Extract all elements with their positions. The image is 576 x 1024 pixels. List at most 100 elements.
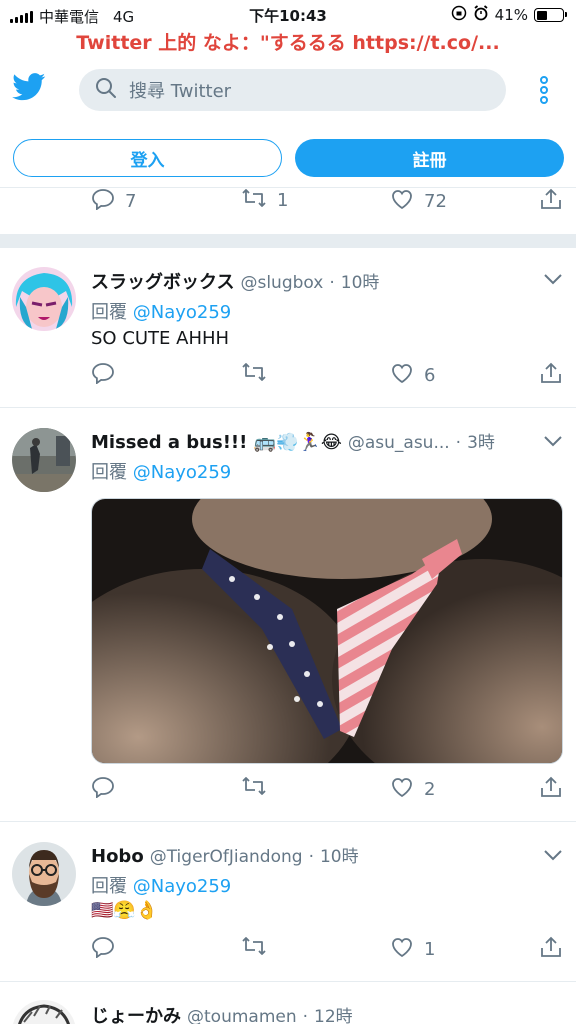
reply-prefix: 回覆: [91, 462, 127, 483]
search-input[interactable]: 搜尋 Twitter: [79, 69, 506, 111]
reply-count: 7: [125, 191, 137, 212]
retweet-icon: [241, 362, 267, 387]
tweet-time[interactable]: 3時: [467, 428, 495, 453]
tweet-item[interactable]: じょーかみ @toumamen · 12時: [0, 982, 576, 1024]
tweet-time[interactable]: 10時: [341, 268, 380, 293]
chevron-down-icon[interactable]: [543, 270, 563, 289]
mention-link[interactable]: @Nayo259: [133, 302, 232, 323]
twitter-logo-icon[interactable]: [12, 73, 46, 105]
share-icon: [540, 776, 562, 803]
share-icon: [540, 936, 562, 963]
header: 搜尋 Twitter: [0, 64, 576, 118]
reply-context: 回覆 @Nayo259: [91, 298, 231, 324]
retweet-button[interactable]: [241, 776, 277, 801]
avatar[interactable]: [12, 842, 76, 906]
retweet-button[interactable]: [241, 362, 277, 387]
separator-dot: ·: [455, 433, 462, 453]
separator-dot: ·: [302, 1007, 309, 1024]
share-icon: [540, 362, 562, 389]
tweet-text: 🇺🇸😤👌: [91, 900, 159, 921]
signup-button[interactable]: 註冊: [295, 139, 564, 177]
tweet-actions: 6: [0, 362, 576, 392]
like-count: 6: [424, 365, 436, 386]
reply-button[interactable]: 7: [91, 188, 136, 215]
tweet-actions: 7 1 72: [0, 188, 576, 218]
like-button[interactable]: 1: [390, 936, 435, 963]
avatar[interactable]: [12, 267, 76, 331]
reply-icon: [91, 188, 115, 215]
search-icon: [95, 77, 117, 103]
alarm-icon: [473, 5, 489, 25]
user-name[interactable]: スラッグボックス: [91, 268, 234, 294]
tweet-item[interactable]: Missed a bus!!! 🚌💨🏃‍♀️😂 @asu_asu... · 3時…: [0, 408, 576, 822]
user-handle[interactable]: @slugbox: [240, 273, 323, 293]
retweet-button[interactable]: [241, 936, 277, 961]
search-placeholder: 搜尋 Twitter: [129, 81, 232, 102]
share-icon: [540, 188, 562, 215]
like-button[interactable]: 2: [390, 776, 435, 803]
tweet-actions: 2: [0, 776, 576, 806]
retweet-button[interactable]: 1: [241, 188, 288, 213]
reply-context: 回覆 @Nayo259: [91, 872, 231, 898]
avatar[interactable]: [12, 1000, 76, 1024]
heart-icon: [390, 188, 414, 215]
user-name[interactable]: Missed a bus!!! 🚌💨🏃‍♀️😂: [91, 432, 342, 453]
reply-prefix: 回覆: [91, 302, 127, 323]
user-name[interactable]: じょーかみ: [91, 1002, 181, 1024]
auth-bar: 登入 註冊: [0, 132, 576, 188]
user-name[interactable]: Hobo: [91, 846, 144, 867]
chevron-down-icon[interactable]: [543, 846, 563, 865]
mention-link[interactable]: @Nayo259: [133, 462, 232, 483]
user-handle[interactable]: @toumamen: [187, 1007, 297, 1024]
tweet-item[interactable]: Hobo @TigerOfJiandong · 10時 回覆 @Nayo259 …: [0, 822, 576, 982]
tweet-header: Missed a bus!!! 🚌💨🏃‍♀️😂 @asu_asu... · 3時: [91, 428, 531, 453]
retweet-icon: [241, 776, 267, 801]
tweet-item[interactable]: スラッグボックス @slugbox · 10時 回覆 @Nayo259 SO C…: [0, 248, 576, 408]
reply-button[interactable]: [91, 936, 125, 963]
reply-context: 回覆 @Nayo259: [91, 458, 231, 484]
separator-dot: ·: [329, 273, 335, 293]
user-handle[interactable]: @TigerOfJiandong: [150, 847, 303, 867]
avatar[interactable]: [12, 428, 76, 492]
page-title-banner: Twitter 上的 なよ："するるる https://t.co/...: [76, 32, 500, 54]
reply-button[interactable]: [91, 362, 125, 389]
chevron-down-icon[interactable]: [543, 432, 563, 451]
orientation-lock-icon: [451, 5, 467, 25]
share-button[interactable]: [540, 936, 562, 963]
tweet-time[interactable]: 12時: [314, 1002, 353, 1024]
reply-button[interactable]: [91, 776, 125, 803]
reply-icon: [91, 776, 115, 803]
tweet-text: SO CUTE AHHH: [91, 328, 230, 349]
more-options-icon[interactable]: [538, 76, 550, 108]
tweet-time[interactable]: 10時: [320, 842, 359, 867]
heart-icon: [390, 936, 414, 963]
media-image[interactable]: [91, 498, 563, 764]
tweet-actions: 1: [0, 936, 576, 966]
like-count: 72: [424, 191, 447, 212]
like-button[interactable]: 72: [390, 188, 447, 215]
battery-icon: [534, 8, 567, 22]
like-count: 1: [424, 939, 436, 960]
reply-icon: [91, 362, 115, 389]
retweet-icon: [241, 936, 267, 961]
retweet-icon: [241, 188, 267, 213]
retweet-count: 1: [277, 190, 289, 211]
reply-icon: [91, 936, 115, 963]
share-button[interactable]: [540, 188, 562, 215]
heart-icon: [390, 776, 414, 803]
status-bar-right: 41%: [451, 5, 567, 25]
heart-icon: [390, 362, 414, 389]
share-button[interactable]: [540, 362, 562, 389]
like-button[interactable]: 6: [390, 362, 435, 389]
tweet-header: Hobo @TigerOfJiandong · 10時: [91, 842, 531, 867]
battery-percent: 41%: [494, 6, 528, 24]
tweet-header: じょーかみ @toumamen · 12時: [91, 1002, 531, 1024]
user-handle[interactable]: @asu_asu...: [348, 433, 450, 453]
separator-dot: ·: [308, 847, 314, 867]
reply-prefix: 回覆: [91, 876, 127, 897]
share-button[interactable]: [540, 776, 562, 803]
section-divider: [0, 234, 576, 248]
login-button[interactable]: 登入: [13, 139, 282, 177]
mention-link[interactable]: @Nayo259: [133, 876, 232, 897]
tweet-header: スラッグボックス @slugbox · 10時: [91, 268, 531, 294]
